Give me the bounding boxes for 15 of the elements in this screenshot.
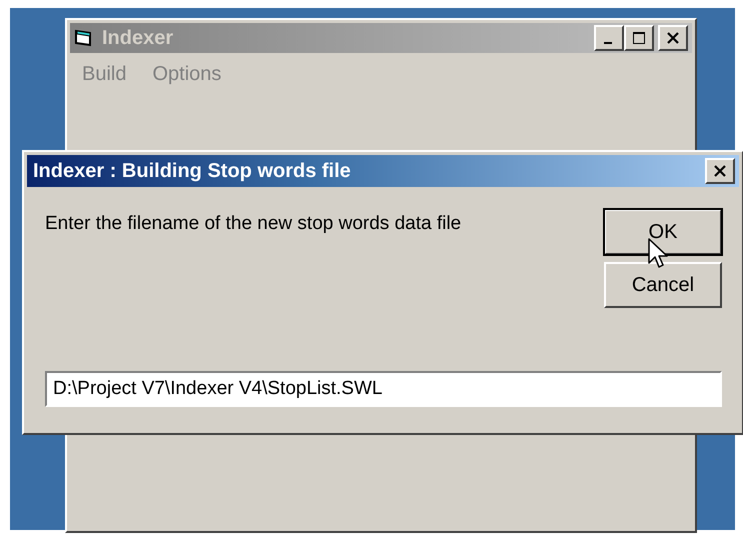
app-icon	[74, 29, 94, 47]
close-button[interactable]	[705, 158, 735, 184]
window-title: Indexer	[102, 26, 174, 50]
minimize-button[interactable]	[594, 25, 624, 51]
close-icon	[713, 164, 727, 178]
filename-field[interactable]: D:\Project V7\Indexer V4\StopList.SWL	[45, 371, 722, 407]
maximize-button[interactable]	[624, 25, 654, 51]
maximize-icon	[632, 31, 646, 45]
cancel-button[interactable]: Cancel	[604, 262, 722, 308]
dialog-title: Indexer : Building Stop words file	[33, 160, 351, 182]
close-icon	[666, 31, 680, 45]
prompt-text: Enter the filename of the new stop words data file	[45, 213, 462, 236]
ok-button[interactable]: OK	[604, 209, 722, 255]
close-button[interactable]	[658, 25, 688, 51]
minimize-icon	[604, 42, 612, 44]
